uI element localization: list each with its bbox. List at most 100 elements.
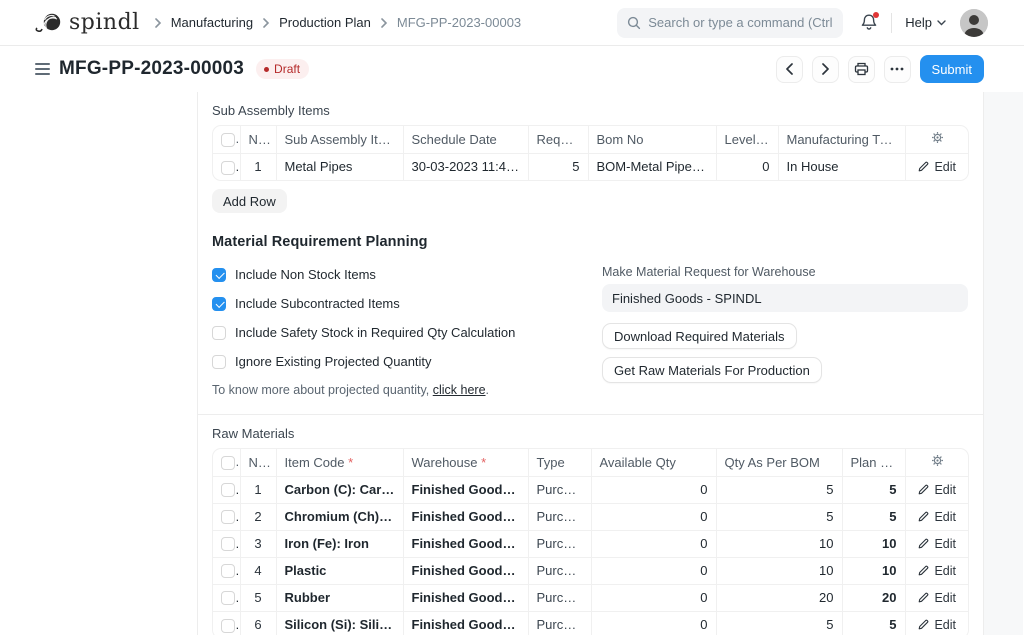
print-button[interactable]: [848, 56, 875, 83]
edit-row-button[interactable]: Edit: [918, 510, 956, 524]
cell-item-code[interactable]: Plastic: [276, 557, 403, 584]
cell-row-number[interactable]: 5: [240, 584, 276, 611]
cell-qty-as-per-bom[interactable]: 5: [716, 476, 842, 503]
cell-warehouse[interactable]: Finished Goods - SPINDL: [403, 476, 528, 503]
submit-button[interactable]: Submit: [920, 55, 984, 83]
breadcrumb-item-current: MFG-PP-2023-00003: [397, 15, 521, 30]
edit-row-button[interactable]: Edit: [918, 537, 956, 551]
cell-item-code[interactable]: Chromium (Ch): Chrom...: [276, 503, 403, 530]
column-header-no: No.: [240, 126, 276, 153]
cell-plan-to-request[interactable]: 10: [842, 530, 905, 557]
global-search[interactable]: [617, 8, 843, 38]
cell-type[interactable]: Purchase: [528, 611, 591, 635]
menu-ellipsis-button[interactable]: [884, 56, 911, 83]
row-checkbox[interactable]: [221, 510, 235, 524]
cell-plan-to-request[interactable]: 5: [842, 611, 905, 635]
cell-available-qty[interactable]: 0: [591, 557, 716, 584]
cell-plan-to-request[interactable]: 5: [842, 476, 905, 503]
cell-type[interactable]: Purchase: [528, 530, 591, 557]
warehouse-select[interactable]: Finished Goods - SPINDL: [602, 284, 968, 312]
download-required-materials-button[interactable]: Download Required Materials: [602, 323, 797, 349]
cell-item-code[interactable]: Silicon (Si): Silicon: [276, 611, 403, 635]
checkbox[interactable]: [212, 326, 226, 340]
cell-type[interactable]: Purchase: [528, 557, 591, 584]
mrp-checkbox-row[interactable]: Include Non Stock Items: [212, 267, 602, 282]
cell-warehouse[interactable]: Finished Goods - SPINDL: [403, 503, 528, 530]
cell-row-number[interactable]: 1: [240, 153, 276, 180]
cell-qty-as-per-bom[interactable]: 20: [716, 584, 842, 611]
cell-type[interactable]: Purchase: [528, 503, 591, 530]
mrp-checkbox-row[interactable]: Include Subcontracted Items: [212, 296, 602, 311]
cell-warehouse[interactable]: Finished Goods - SPINDL: [403, 611, 528, 635]
cell-row-number[interactable]: 6: [240, 611, 276, 635]
cell-warehouse[interactable]: Finished Goods - SPINDL: [403, 530, 528, 557]
breadcrumb-item-manufacturing[interactable]: Manufacturing: [171, 15, 253, 30]
edit-row-button[interactable]: Edit: [918, 618, 956, 632]
mrp-checkbox-row[interactable]: Ignore Existing Projected Quantity: [212, 354, 602, 369]
cell-item-code[interactable]: Rubber: [276, 584, 403, 611]
cell-type[interactable]: Purchase: [528, 584, 591, 611]
notifications-button[interactable]: [860, 13, 878, 32]
cell-row-number[interactable]: 4: [240, 557, 276, 584]
cell-qty-as-per-bom[interactable]: 10: [716, 557, 842, 584]
cell-row-number[interactable]: 3: [240, 530, 276, 557]
help-menu[interactable]: Help: [905, 15, 946, 30]
cell-item[interactable]: Metal Pipes: [276, 153, 403, 180]
avatar[interactable]: [960, 9, 988, 37]
cell-bom-no[interactable]: BOM-Metal Pipes-001: [588, 153, 716, 180]
cell-level[interactable]: 0: [716, 153, 778, 180]
cell-plan-to-request[interactable]: 5: [842, 503, 905, 530]
checkbox[interactable]: [212, 355, 226, 369]
checkbox[interactable]: [212, 297, 226, 311]
row-checkbox[interactable]: [221, 591, 235, 605]
row-checkbox[interactable]: [221, 537, 235, 551]
breadcrumb: Manufacturing Production Plan MFG-PP-202…: [154, 15, 521, 30]
cell-qty-as-per-bom[interactable]: 5: [716, 503, 842, 530]
get-raw-materials-button[interactable]: Get Raw Materials For Production: [602, 357, 822, 383]
edit-row-button[interactable]: Edit: [918, 160, 956, 174]
cell-available-qty[interactable]: 0: [591, 476, 716, 503]
cell-available-qty[interactable]: 0: [591, 503, 716, 530]
cell-manufacturing-type[interactable]: In House: [778, 153, 905, 180]
select-all-checkbox[interactable]: [221, 133, 235, 147]
cell-item-code[interactable]: Carbon (C): Carbon: [276, 476, 403, 503]
grid-settings-gear-icon[interactable]: [931, 131, 944, 144]
cell-available-qty[interactable]: 0: [591, 530, 716, 557]
cell-warehouse[interactable]: Finished Goods - SPINDL: [403, 557, 528, 584]
cell-available-qty[interactable]: 0: [591, 584, 716, 611]
sub-assembly-add-row-button[interactable]: Add Row: [212, 189, 287, 213]
app-logo[interactable]: spindl: [35, 10, 140, 35]
cell-available-qty[interactable]: 0: [591, 611, 716, 635]
raw-materials-grid: No. Item Code * Warehouse * Type Availab…: [212, 448, 969, 635]
mrp-checkbox-row[interactable]: Include Safety Stock in Required Qty Cal…: [212, 325, 602, 340]
cell-required-qty[interactable]: 5: [528, 153, 588, 180]
click-here-link[interactable]: click here: [433, 383, 486, 397]
sidebar-toggle-icon[interactable]: [35, 63, 50, 75]
column-header-qty-as-per-bom: Qty As Per BOM: [716, 449, 842, 476]
edit-row-button[interactable]: Edit: [918, 483, 956, 497]
prev-document-button[interactable]: [776, 56, 803, 83]
scroll-gutter[interactable]: [984, 92, 1023, 635]
cell-item-code[interactable]: Iron (Fe): Iron: [276, 530, 403, 557]
edit-row-button[interactable]: Edit: [918, 564, 956, 578]
search-input[interactable]: [648, 15, 833, 30]
cell-row-number[interactable]: 1: [240, 476, 276, 503]
cell-type[interactable]: Purchase: [528, 476, 591, 503]
row-checkbox[interactable]: [221, 483, 235, 497]
cell-row-number[interactable]: 2: [240, 503, 276, 530]
select-all-checkbox[interactable]: [221, 456, 235, 470]
cell-plan-to-request[interactable]: 10: [842, 557, 905, 584]
breadcrumb-item-production-plan[interactable]: Production Plan: [279, 15, 371, 30]
cell-schedule-date[interactable]: 30-03-2023 11:44:18: [403, 153, 528, 180]
cell-qty-as-per-bom[interactable]: 10: [716, 530, 842, 557]
grid-settings-gear-icon[interactable]: [931, 454, 944, 467]
cell-qty-as-per-bom[interactable]: 5: [716, 611, 842, 635]
edit-row-button[interactable]: Edit: [918, 591, 956, 605]
row-checkbox[interactable]: [221, 619, 235, 633]
next-document-button[interactable]: [812, 56, 839, 83]
row-checkbox[interactable]: [221, 161, 235, 175]
checkbox[interactable]: [212, 268, 226, 282]
cell-plan-to-request[interactable]: 20: [842, 584, 905, 611]
cell-warehouse[interactable]: Finished Goods - SPINDL: [403, 584, 528, 611]
row-checkbox[interactable]: [221, 564, 235, 578]
